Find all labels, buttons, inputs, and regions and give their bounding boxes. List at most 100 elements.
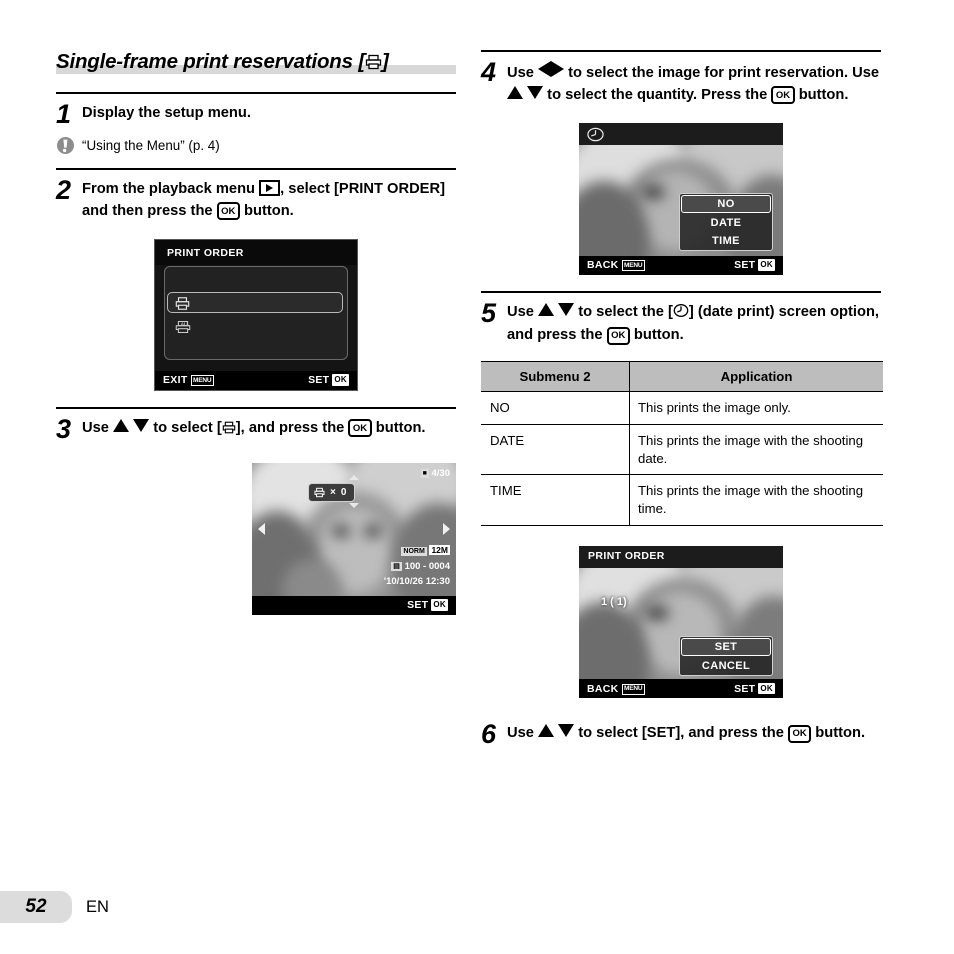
quantity-stepper[interactable]: × 0 [308, 482, 356, 502]
file-number-info: ▤ 100 - 0004 [391, 561, 450, 572]
back-menu-hint[interactable]: BACK MENU [587, 683, 645, 695]
exit-label: EXIT [163, 374, 188, 386]
exit-menu-hint[interactable]: EXIT MENU [163, 374, 214, 386]
back-menu-hint[interactable]: BACK MENU [587, 259, 645, 271]
image-quality-info: NORM 12M [401, 544, 450, 557]
step-5: 5 Use to select the [] (date print) scre… [481, 293, 881, 352]
print-single-icon[interactable] [175, 296, 190, 314]
step-4-text: Use to select the image for print reserv… [507, 57, 881, 107]
screen-1-footer: EXIT MENU SET OK [155, 370, 357, 390]
print-qty-icon [314, 487, 325, 497]
quantity-multiply-sign: × [330, 486, 336, 498]
screen-3-topbar [579, 122, 783, 145]
step-3-text: Use to select [], and press the OK butto… [82, 414, 426, 442]
table-cell-application: This prints the image with the shooting … [629, 474, 883, 527]
step-5-text: Use to select the [] (date print) screen… [507, 298, 881, 348]
triangle-down-icon [133, 418, 150, 432]
set-ok-hint[interactable]: SET OK [407, 599, 448, 611]
option-date[interactable]: DATE [680, 214, 772, 232]
screen-2-footer: SET OK [252, 595, 456, 615]
table-cell-submenu: NO [481, 391, 630, 425]
option-no[interactable]: NO [681, 194, 771, 213]
step-6-number: 6 [481, 719, 497, 750]
print-order-confirm-title: PRINT ORDER [588, 550, 665, 563]
ok-button-icon: OK [771, 86, 795, 105]
table-header-application: Application [629, 361, 883, 392]
menu-button-icon: MENU [190, 375, 214, 386]
set-ok-hint[interactable]: SET OK [734, 259, 775, 271]
step-2: 2 From the playback menu , select [PRINT… [56, 170, 456, 227]
photo-preview: ■ 4/30 × 0 NORM 12M ▤ 100 - 0004 '10/10/… [252, 462, 456, 596]
battery-icon: ■ [420, 468, 429, 478]
step-3-number: 3 [56, 413, 72, 444]
step-6-text-part2: to select [SET], and press the [574, 725, 788, 742]
step-4-text-part2: to select the image for print reservatio… [564, 65, 880, 81]
table-cell-application: This prints the image only. [629, 391, 883, 425]
date-print-clock-icon [673, 303, 689, 326]
step-3: 3 Use to select [], and press the OK but… [56, 409, 456, 447]
next-image-arrow-icon[interactable] [443, 523, 450, 535]
option-time[interactable]: TIME [680, 232, 772, 250]
exclamation-note-icon [56, 135, 82, 160]
step-2-text-part1: From the playback menu [82, 181, 260, 197]
ok-button-icon: OK [787, 724, 812, 743]
set-label: SET [407, 599, 429, 611]
ok-button-icon: OK [758, 682, 775, 695]
set-label: SET [734, 259, 756, 271]
table-cell-submenu: DATE [481, 424, 630, 476]
step-6-text-part1: Use [507, 725, 539, 742]
image-size-label: 12M [429, 544, 450, 555]
menu-row-highlight[interactable] [167, 291, 343, 313]
screen-3-wrapper: NO DATE TIME BACK MENU SET OK [481, 122, 881, 275]
note-text: “Using the Menu” (p. 4) [82, 138, 220, 153]
print-order-menu-title: PRINT ORDER [155, 239, 357, 265]
date-print-option-screen: NO DATE TIME BACK MENU SET OK [579, 122, 783, 275]
previous-image-arrow-icon[interactable] [258, 523, 265, 535]
step-5-number: 5 [481, 297, 497, 328]
menu-button-icon: MENU [621, 260, 645, 271]
print-all-icon[interactable]: ALL [175, 319, 191, 338]
quantity-up-arrow-icon[interactable] [349, 474, 359, 480]
step-1-number: 1 [56, 99, 72, 129]
step-5-text-part1: Use [507, 303, 539, 320]
screen-4-footer: BACK MENU SET OK [579, 679, 783, 699]
option-cancel[interactable]: CANCEL [680, 657, 772, 675]
step-3-text-part4: button. [371, 419, 426, 436]
set-ok-hint[interactable]: SET OK [308, 374, 349, 386]
note-using-the-menu: “Using the Menu” (p. 4) [56, 132, 456, 168]
page-title-text: Single-frame print reservations [ [56, 50, 365, 73]
step-2-number: 2 [56, 175, 72, 205]
step-3-text-part2: to select [ [149, 419, 222, 436]
triangle-up-icon [113, 418, 130, 432]
set-ok-hint[interactable]: SET OK [734, 682, 775, 695]
frame-counter: 4/30 [431, 467, 451, 479]
folder-icon: ▤ [391, 561, 402, 571]
left-column: Single-frame print reservations [] 1 Dis… [56, 50, 456, 615]
date-print-options-popup: NO DATE TIME [679, 192, 773, 251]
step-3-text-part3: ], and press the [235, 419, 349, 436]
step-2-text-part3: button. [239, 202, 294, 219]
table-row: TIME This prints the image with the shoo… [481, 474, 883, 527]
step-1-text: Display the setup menu. [82, 105, 251, 121]
print-order-menu-screen: PRINT ORDER ALL EXIT MENU SET OK [154, 238, 358, 391]
step-3-text-part1: Use [82, 419, 114, 436]
triangle-up-icon [507, 85, 523, 99]
step-4-text-part4: button. [794, 86, 849, 103]
submenu-application-table: Submenu 2 Application NO This prints the… [481, 361, 883, 527]
page-language: EN [86, 897, 109, 916]
step-1: 1 Display the setup menu. [56, 94, 456, 132]
step-6-text-part3: button. [811, 725, 866, 742]
page-title: Single-frame print reservations [] [56, 50, 456, 76]
quantity-down-arrow-icon[interactable] [349, 502, 359, 508]
table-cell-submenu: TIME [481, 474, 630, 527]
print-single-icon [222, 420, 236, 442]
step-6-text: Use to select [SET], and press the OK bu… [507, 719, 865, 745]
step-2-text: From the playback menu , select [PRINT O… [82, 175, 456, 223]
ok-button-icon: OK [431, 599, 448, 611]
option-set[interactable]: SET [681, 638, 771, 657]
photo-preview: 1 ( 1) SET CANCEL [579, 568, 783, 680]
date-print-clock-icon [587, 126, 604, 146]
page-footer: 52 EN [0, 891, 109, 923]
triangle-down-icon [558, 724, 575, 738]
step-6: 6 Use to select [SET], and press the OK … [481, 714, 881, 752]
